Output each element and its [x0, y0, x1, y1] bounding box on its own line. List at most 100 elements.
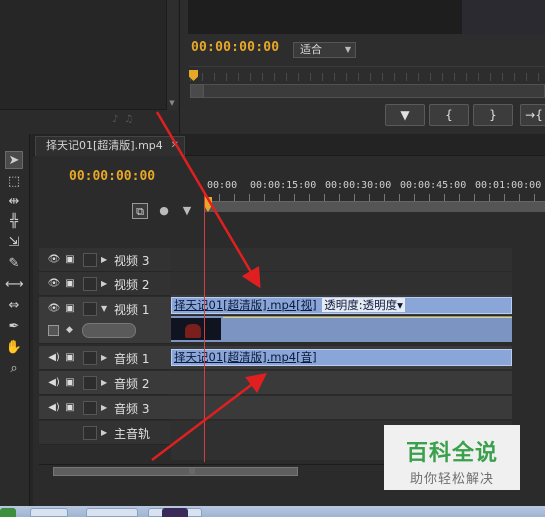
opacity-rubber-band[interactable]	[223, 317, 512, 318]
expand-arrow-icon[interactable]: ▶	[101, 351, 107, 365]
track-header-video2[interactable]: 👁 ▣ ▶ 视频 2	[39, 272, 171, 296]
eye-icon[interactable]: 👁	[47, 254, 61, 266]
scrollbar-thumb[interactable]: |||	[53, 467, 298, 476]
ruler-ticks	[204, 194, 545, 201]
slip-tool-icon[interactable]: ⟷	[5, 276, 24, 294]
eye-icon[interactable]: 👁	[47, 303, 61, 315]
program-zoom-scrollbar[interactable]	[190, 84, 545, 98]
source-panel: ▼ ♪♫	[0, 0, 180, 134]
track-name: 音频 2	[114, 377, 150, 391]
program-time-ruler[interactable]	[190, 66, 545, 82]
speaker-icon[interactable]: ◀)	[47, 377, 61, 389]
speaker-icon[interactable]: ◀)	[47, 352, 61, 364]
taskbar-app-icon[interactable]	[0, 508, 16, 517]
close-icon[interactable]: ✕	[171, 137, 179, 155]
track-name: 视频 1	[114, 303, 150, 317]
lane-video2[interactable]	[171, 272, 512, 296]
display-style-icon[interactable]	[48, 325, 59, 336]
snap-icon[interactable]: ⧉	[132, 203, 148, 219]
mark-out-button[interactable]: }	[473, 104, 513, 126]
lock-toggle[interactable]	[83, 401, 97, 415]
rate-stretch-tool-icon[interactable]: ⇲	[5, 234, 23, 252]
track-select-tool-icon[interactable]: ⬚	[5, 173, 23, 191]
slide-tool-icon[interactable]: ⇔	[5, 297, 23, 315]
zoom-tool-icon[interactable]: ⌕	[5, 360, 23, 378]
go-to-in-button[interactable]: →{	[520, 104, 545, 126]
watermark-subtitle: 助你轻松解决	[409, 472, 494, 487]
track-name: 音频 3	[114, 402, 150, 416]
lock-toggle[interactable]	[83, 351, 97, 365]
waveform-icon: ▣	[65, 402, 75, 413]
lane-audio3[interactable]	[171, 396, 512, 420]
expand-arrow-icon[interactable]: ▶	[101, 277, 107, 291]
lock-toggle[interactable]	[83, 426, 97, 440]
timeline-tab-bar: 择天记01[超清版].mp4 ✕	[33, 134, 545, 156]
taskbar-app-icon[interactable]	[86, 508, 138, 517]
track-header-audio1[interactable]: ◀) ▣ ▶ 音频 1	[39, 346, 171, 370]
expand-arrow-icon[interactable]: ▶	[101, 376, 107, 390]
video-clip-name: 择天记01[超清版].mp4	[174, 298, 297, 312]
razor-tool-icon[interactable]: ✎	[5, 255, 23, 273]
program-video-frame	[462, 0, 545, 34]
eye-icon[interactable]: 👁	[47, 278, 61, 290]
lane-video3[interactable]	[171, 248, 512, 272]
add-marker-icon[interactable]: ●	[156, 203, 172, 219]
keyframe-icon[interactable]: ◆	[66, 325, 73, 335]
expand-arrow-icon[interactable]: ▶	[101, 426, 107, 440]
lane-video1[interactable]: 择天记01[超清版].mp4[视] 透明度:透明度▾	[171, 295, 512, 316]
marker-icon[interactable]: ▼	[179, 203, 195, 219]
timeline-ruler[interactable]: 00:00 00:00:15:00 00:00:30:00 00:00:45:0…	[204, 177, 545, 223]
source-panel-scrollbar[interactable]	[166, 0, 178, 110]
ruler-label: 00:00:15:00	[250, 180, 317, 191]
speaker-icon[interactable]: ◀)	[47, 402, 61, 414]
watermark-logo: 百科全说 助你轻松解决	[384, 425, 520, 490]
opacity-dropdown[interactable]: 透明度:透明度▾	[322, 298, 405, 312]
program-zoom-handle[interactable]	[190, 84, 204, 98]
waveform-icon: ▣	[65, 352, 75, 363]
program-monitor: 00:00:00:00 适合 ▼ ▼ { } →{	[180, 0, 545, 134]
video-clip[interactable]: 择天记01[超清版].mp4[视] 透明度:透明度▾	[171, 297, 512, 314]
lane-audio1[interactable]: 择天记01[超清版].mp4[音]	[171, 346, 512, 370]
tab-sequence[interactable]: 择天记01[超清版].mp4 ✕	[35, 136, 185, 156]
track-header-audio2[interactable]: ◀) ▣ ▶ 音频 2	[39, 371, 171, 395]
work-area-bar[interactable]	[204, 201, 545, 212]
timeline-timecode[interactable]: 00:00:00:00	[69, 169, 155, 184]
keyframe-nav-control[interactable]	[82, 323, 136, 338]
mark-in-button[interactable]: {	[429, 104, 469, 126]
program-timecode[interactable]: 00:00:00:00	[191, 40, 279, 55]
track-header-audio3[interactable]: ◀) ▣ ▶ 音频 3	[39, 396, 171, 420]
track-name: 音频 1	[114, 352, 150, 366]
hand-tool-icon[interactable]: ✋	[5, 339, 23, 357]
tab-sequence-label: 择天记01[超清版].mp4	[46, 139, 163, 152]
collapse-arrow-icon[interactable]: ▼	[101, 302, 107, 316]
chevron-down-icon: ▼	[344, 45, 351, 54]
lane-audio2[interactable]	[171, 371, 512, 395]
lock-toggle[interactable]	[83, 376, 97, 390]
ruler-label: 00:00:30:00	[325, 180, 392, 191]
track-header-video3[interactable]: 👁 ▣ ▶ 视频 3	[39, 248, 171, 272]
selection-tool-icon[interactable]: ➤	[5, 151, 23, 169]
ripple-edit-tool-icon[interactable]: ⇹	[5, 193, 23, 211]
pen-tool-icon[interactable]: ✒	[5, 318, 23, 336]
expand-arrow-icon[interactable]: ▶	[101, 253, 107, 267]
expand-arrow-icon[interactable]: ▶	[101, 401, 107, 415]
scroll-down-icon[interactable]: ▼	[168, 99, 176, 107]
program-ruler-ticks	[190, 73, 545, 81]
video-clip-body[interactable]	[171, 316, 512, 342]
lock-toggle[interactable]	[83, 302, 97, 316]
lock-toggle[interactable]	[83, 277, 97, 291]
playhead-line	[204, 192, 205, 462]
waveform-icon: ▣	[65, 377, 75, 388]
fit-zoom-select[interactable]: 适合 ▼	[293, 42, 356, 58]
fit-zoom-value: 适合	[300, 43, 322, 56]
taskbar-app-icon[interactable]	[30, 508, 68, 517]
track-header-master[interactable]: ▶ 主音轨	[39, 421, 171, 445]
thumbnail-figure	[185, 324, 201, 338]
video-clip-suffix: [视]	[296, 298, 317, 312]
add-marker-button[interactable]: ▼	[385, 104, 425, 126]
grip-icon: |||	[189, 468, 196, 475]
rolling-edit-tool-icon[interactable]: ╬	[5, 213, 23, 231]
audio-clip[interactable]: 择天记01[超清版].mp4[音]	[171, 349, 512, 366]
premiere-taskbar-icon[interactable]	[162, 508, 188, 517]
lock-toggle[interactable]	[83, 253, 97, 267]
